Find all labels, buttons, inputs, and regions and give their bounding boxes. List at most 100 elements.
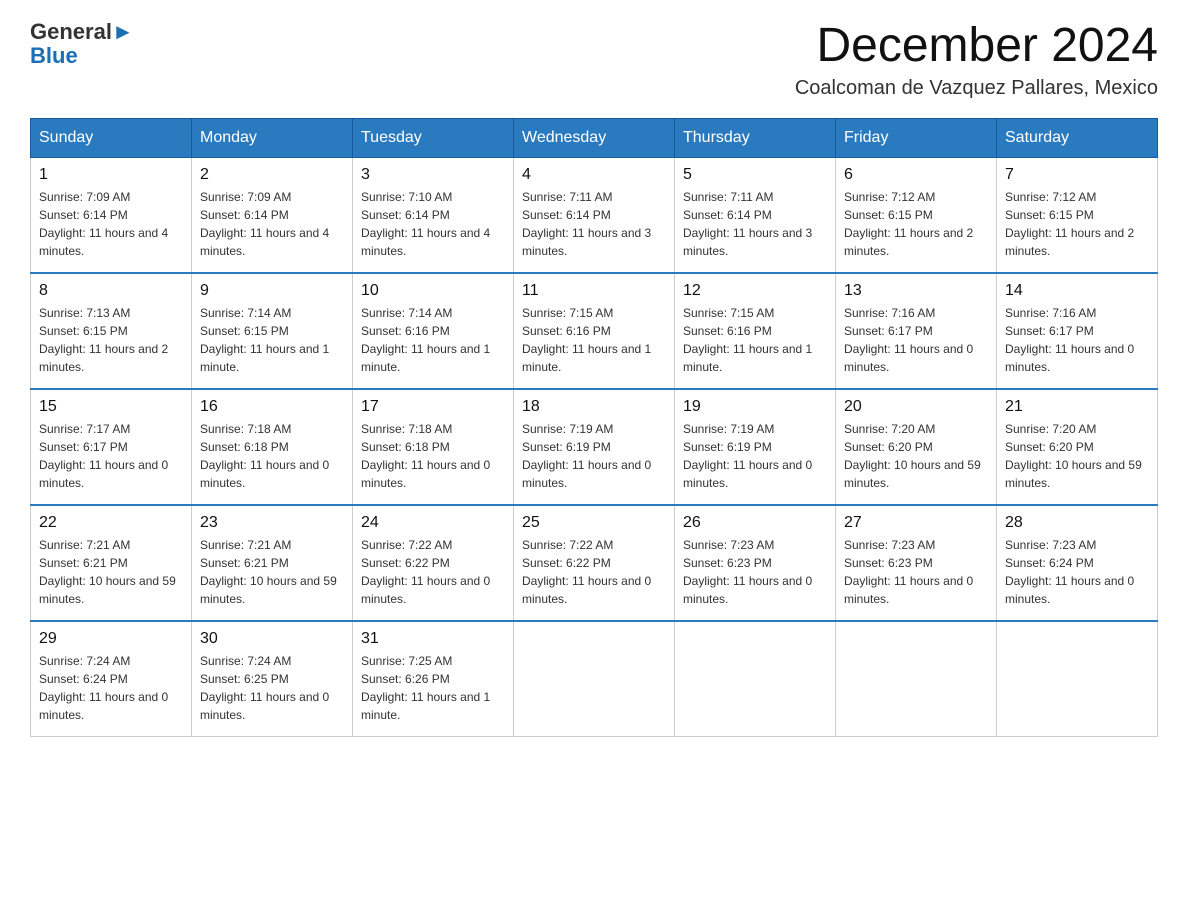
day-info: Sunrise: 7:23 AM Sunset: 6:23 PM Dayligh… [844, 536, 988, 608]
table-row: 9 Sunrise: 7:14 AM Sunset: 6:15 PM Dayli… [192, 273, 353, 389]
day-info: Sunrise: 7:14 AM Sunset: 6:15 PM Dayligh… [200, 304, 344, 376]
day-info: Sunrise: 7:25 AM Sunset: 6:26 PM Dayligh… [361, 652, 505, 724]
page-header: General► Blue December 2024 Coalcoman de… [30, 20, 1158, 100]
day-number: 16 [200, 398, 344, 416]
day-info: Sunrise: 7:11 AM Sunset: 6:14 PM Dayligh… [522, 188, 666, 260]
day-info: Sunrise: 7:23 AM Sunset: 6:23 PM Dayligh… [683, 536, 827, 608]
table-row: 6 Sunrise: 7:12 AM Sunset: 6:15 PM Dayli… [836, 157, 997, 273]
table-row: 27 Sunrise: 7:23 AM Sunset: 6:23 PM Dayl… [836, 505, 997, 621]
day-number: 23 [200, 514, 344, 532]
day-number: 21 [1005, 398, 1149, 416]
table-row: 29 Sunrise: 7:24 AM Sunset: 6:24 PM Dayl… [31, 621, 192, 737]
day-number: 4 [522, 166, 666, 184]
table-row: 4 Sunrise: 7:11 AM Sunset: 6:14 PM Dayli… [514, 157, 675, 273]
day-info: Sunrise: 7:12 AM Sunset: 6:15 PM Dayligh… [1005, 188, 1149, 260]
day-number: 31 [361, 630, 505, 648]
day-number: 5 [683, 166, 827, 184]
day-number: 15 [39, 398, 183, 416]
table-row: 5 Sunrise: 7:11 AM Sunset: 6:14 PM Dayli… [675, 157, 836, 273]
day-info: Sunrise: 7:16 AM Sunset: 6:17 PM Dayligh… [1005, 304, 1149, 376]
table-row: 21 Sunrise: 7:20 AM Sunset: 6:20 PM Dayl… [997, 389, 1158, 505]
table-row: 13 Sunrise: 7:16 AM Sunset: 6:17 PM Dayl… [836, 273, 997, 389]
day-info: Sunrise: 7:15 AM Sunset: 6:16 PM Dayligh… [522, 304, 666, 376]
day-number: 1 [39, 166, 183, 184]
table-row: 11 Sunrise: 7:15 AM Sunset: 6:16 PM Dayl… [514, 273, 675, 389]
day-info: Sunrise: 7:14 AM Sunset: 6:16 PM Dayligh… [361, 304, 505, 376]
title-area: December 2024 Coalcoman de Vazquez Palla… [795, 20, 1158, 100]
day-info: Sunrise: 7:09 AM Sunset: 6:14 PM Dayligh… [39, 188, 183, 260]
calendar-week-row: 15 Sunrise: 7:17 AM Sunset: 6:17 PM Dayl… [31, 389, 1158, 505]
weekday-header-row: Sunday Monday Tuesday Wednesday Thursday… [31, 118, 1158, 157]
table-row [836, 621, 997, 737]
table-row: 31 Sunrise: 7:25 AM Sunset: 6:26 PM Dayl… [353, 621, 514, 737]
table-row: 17 Sunrise: 7:18 AM Sunset: 6:18 PM Dayl… [353, 389, 514, 505]
day-number: 2 [200, 166, 344, 184]
day-number: 20 [844, 398, 988, 416]
day-info: Sunrise: 7:18 AM Sunset: 6:18 PM Dayligh… [200, 420, 344, 492]
calendar-table: Sunday Monday Tuesday Wednesday Thursday… [30, 118, 1158, 737]
table-row [514, 621, 675, 737]
table-row [997, 621, 1158, 737]
table-row: 26 Sunrise: 7:23 AM Sunset: 6:23 PM Dayl… [675, 505, 836, 621]
day-info: Sunrise: 7:20 AM Sunset: 6:20 PM Dayligh… [844, 420, 988, 492]
day-info: Sunrise: 7:21 AM Sunset: 6:21 PM Dayligh… [39, 536, 183, 608]
day-number: 26 [683, 514, 827, 532]
table-row: 12 Sunrise: 7:15 AM Sunset: 6:16 PM Dayl… [675, 273, 836, 389]
header-thursday: Thursday [675, 118, 836, 157]
day-number: 7 [1005, 166, 1149, 184]
table-row: 20 Sunrise: 7:20 AM Sunset: 6:20 PM Dayl… [836, 389, 997, 505]
day-info: Sunrise: 7:24 AM Sunset: 6:24 PM Dayligh… [39, 652, 183, 724]
logo-blue-text: ► [112, 19, 134, 44]
day-number: 11 [522, 282, 666, 300]
day-info: Sunrise: 7:11 AM Sunset: 6:14 PM Dayligh… [683, 188, 827, 260]
day-number: 30 [200, 630, 344, 648]
day-number: 9 [200, 282, 344, 300]
header-friday: Friday [836, 118, 997, 157]
day-number: 25 [522, 514, 666, 532]
day-number: 10 [361, 282, 505, 300]
logo-blue-word: Blue [30, 43, 78, 68]
table-row: 14 Sunrise: 7:16 AM Sunset: 6:17 PM Dayl… [997, 273, 1158, 389]
header-sunday: Sunday [31, 118, 192, 157]
table-row [675, 621, 836, 737]
day-number: 3 [361, 166, 505, 184]
day-info: Sunrise: 7:24 AM Sunset: 6:25 PM Dayligh… [200, 652, 344, 724]
calendar-week-row: 22 Sunrise: 7:21 AM Sunset: 6:21 PM Dayl… [31, 505, 1158, 621]
table-row: 28 Sunrise: 7:23 AM Sunset: 6:24 PM Dayl… [997, 505, 1158, 621]
day-number: 18 [522, 398, 666, 416]
day-number: 8 [39, 282, 183, 300]
day-number: 27 [844, 514, 988, 532]
table-row: 22 Sunrise: 7:21 AM Sunset: 6:21 PM Dayl… [31, 505, 192, 621]
table-row: 18 Sunrise: 7:19 AM Sunset: 6:19 PM Dayl… [514, 389, 675, 505]
table-row: 3 Sunrise: 7:10 AM Sunset: 6:14 PM Dayli… [353, 157, 514, 273]
day-number: 17 [361, 398, 505, 416]
table-row: 2 Sunrise: 7:09 AM Sunset: 6:14 PM Dayli… [192, 157, 353, 273]
day-info: Sunrise: 7:15 AM Sunset: 6:16 PM Dayligh… [683, 304, 827, 376]
day-number: 29 [39, 630, 183, 648]
header-saturday: Saturday [997, 118, 1158, 157]
day-info: Sunrise: 7:10 AM Sunset: 6:14 PM Dayligh… [361, 188, 505, 260]
table-row: 24 Sunrise: 7:22 AM Sunset: 6:22 PM Dayl… [353, 505, 514, 621]
calendar-week-row: 29 Sunrise: 7:24 AM Sunset: 6:24 PM Dayl… [31, 621, 1158, 737]
logo-text: General► Blue [30, 19, 134, 68]
day-info: Sunrise: 7:13 AM Sunset: 6:15 PM Dayligh… [39, 304, 183, 376]
day-number: 24 [361, 514, 505, 532]
table-row: 15 Sunrise: 7:17 AM Sunset: 6:17 PM Dayl… [31, 389, 192, 505]
table-row: 25 Sunrise: 7:22 AM Sunset: 6:22 PM Dayl… [514, 505, 675, 621]
day-number: 19 [683, 398, 827, 416]
day-number: 12 [683, 282, 827, 300]
day-info: Sunrise: 7:22 AM Sunset: 6:22 PM Dayligh… [361, 536, 505, 608]
table-row: 7 Sunrise: 7:12 AM Sunset: 6:15 PM Dayli… [997, 157, 1158, 273]
table-row: 23 Sunrise: 7:21 AM Sunset: 6:21 PM Dayl… [192, 505, 353, 621]
header-wednesday: Wednesday [514, 118, 675, 157]
table-row: 1 Sunrise: 7:09 AM Sunset: 6:14 PM Dayli… [31, 157, 192, 273]
calendar-week-row: 1 Sunrise: 7:09 AM Sunset: 6:14 PM Dayli… [31, 157, 1158, 273]
day-info: Sunrise: 7:18 AM Sunset: 6:18 PM Dayligh… [361, 420, 505, 492]
month-title: December 2024 [795, 20, 1158, 73]
logo: General► Blue [30, 20, 134, 68]
day-number: 6 [844, 166, 988, 184]
header-monday: Monday [192, 118, 353, 157]
day-info: Sunrise: 7:19 AM Sunset: 6:19 PM Dayligh… [522, 420, 666, 492]
table-row: 8 Sunrise: 7:13 AM Sunset: 6:15 PM Dayli… [31, 273, 192, 389]
day-info: Sunrise: 7:22 AM Sunset: 6:22 PM Dayligh… [522, 536, 666, 608]
